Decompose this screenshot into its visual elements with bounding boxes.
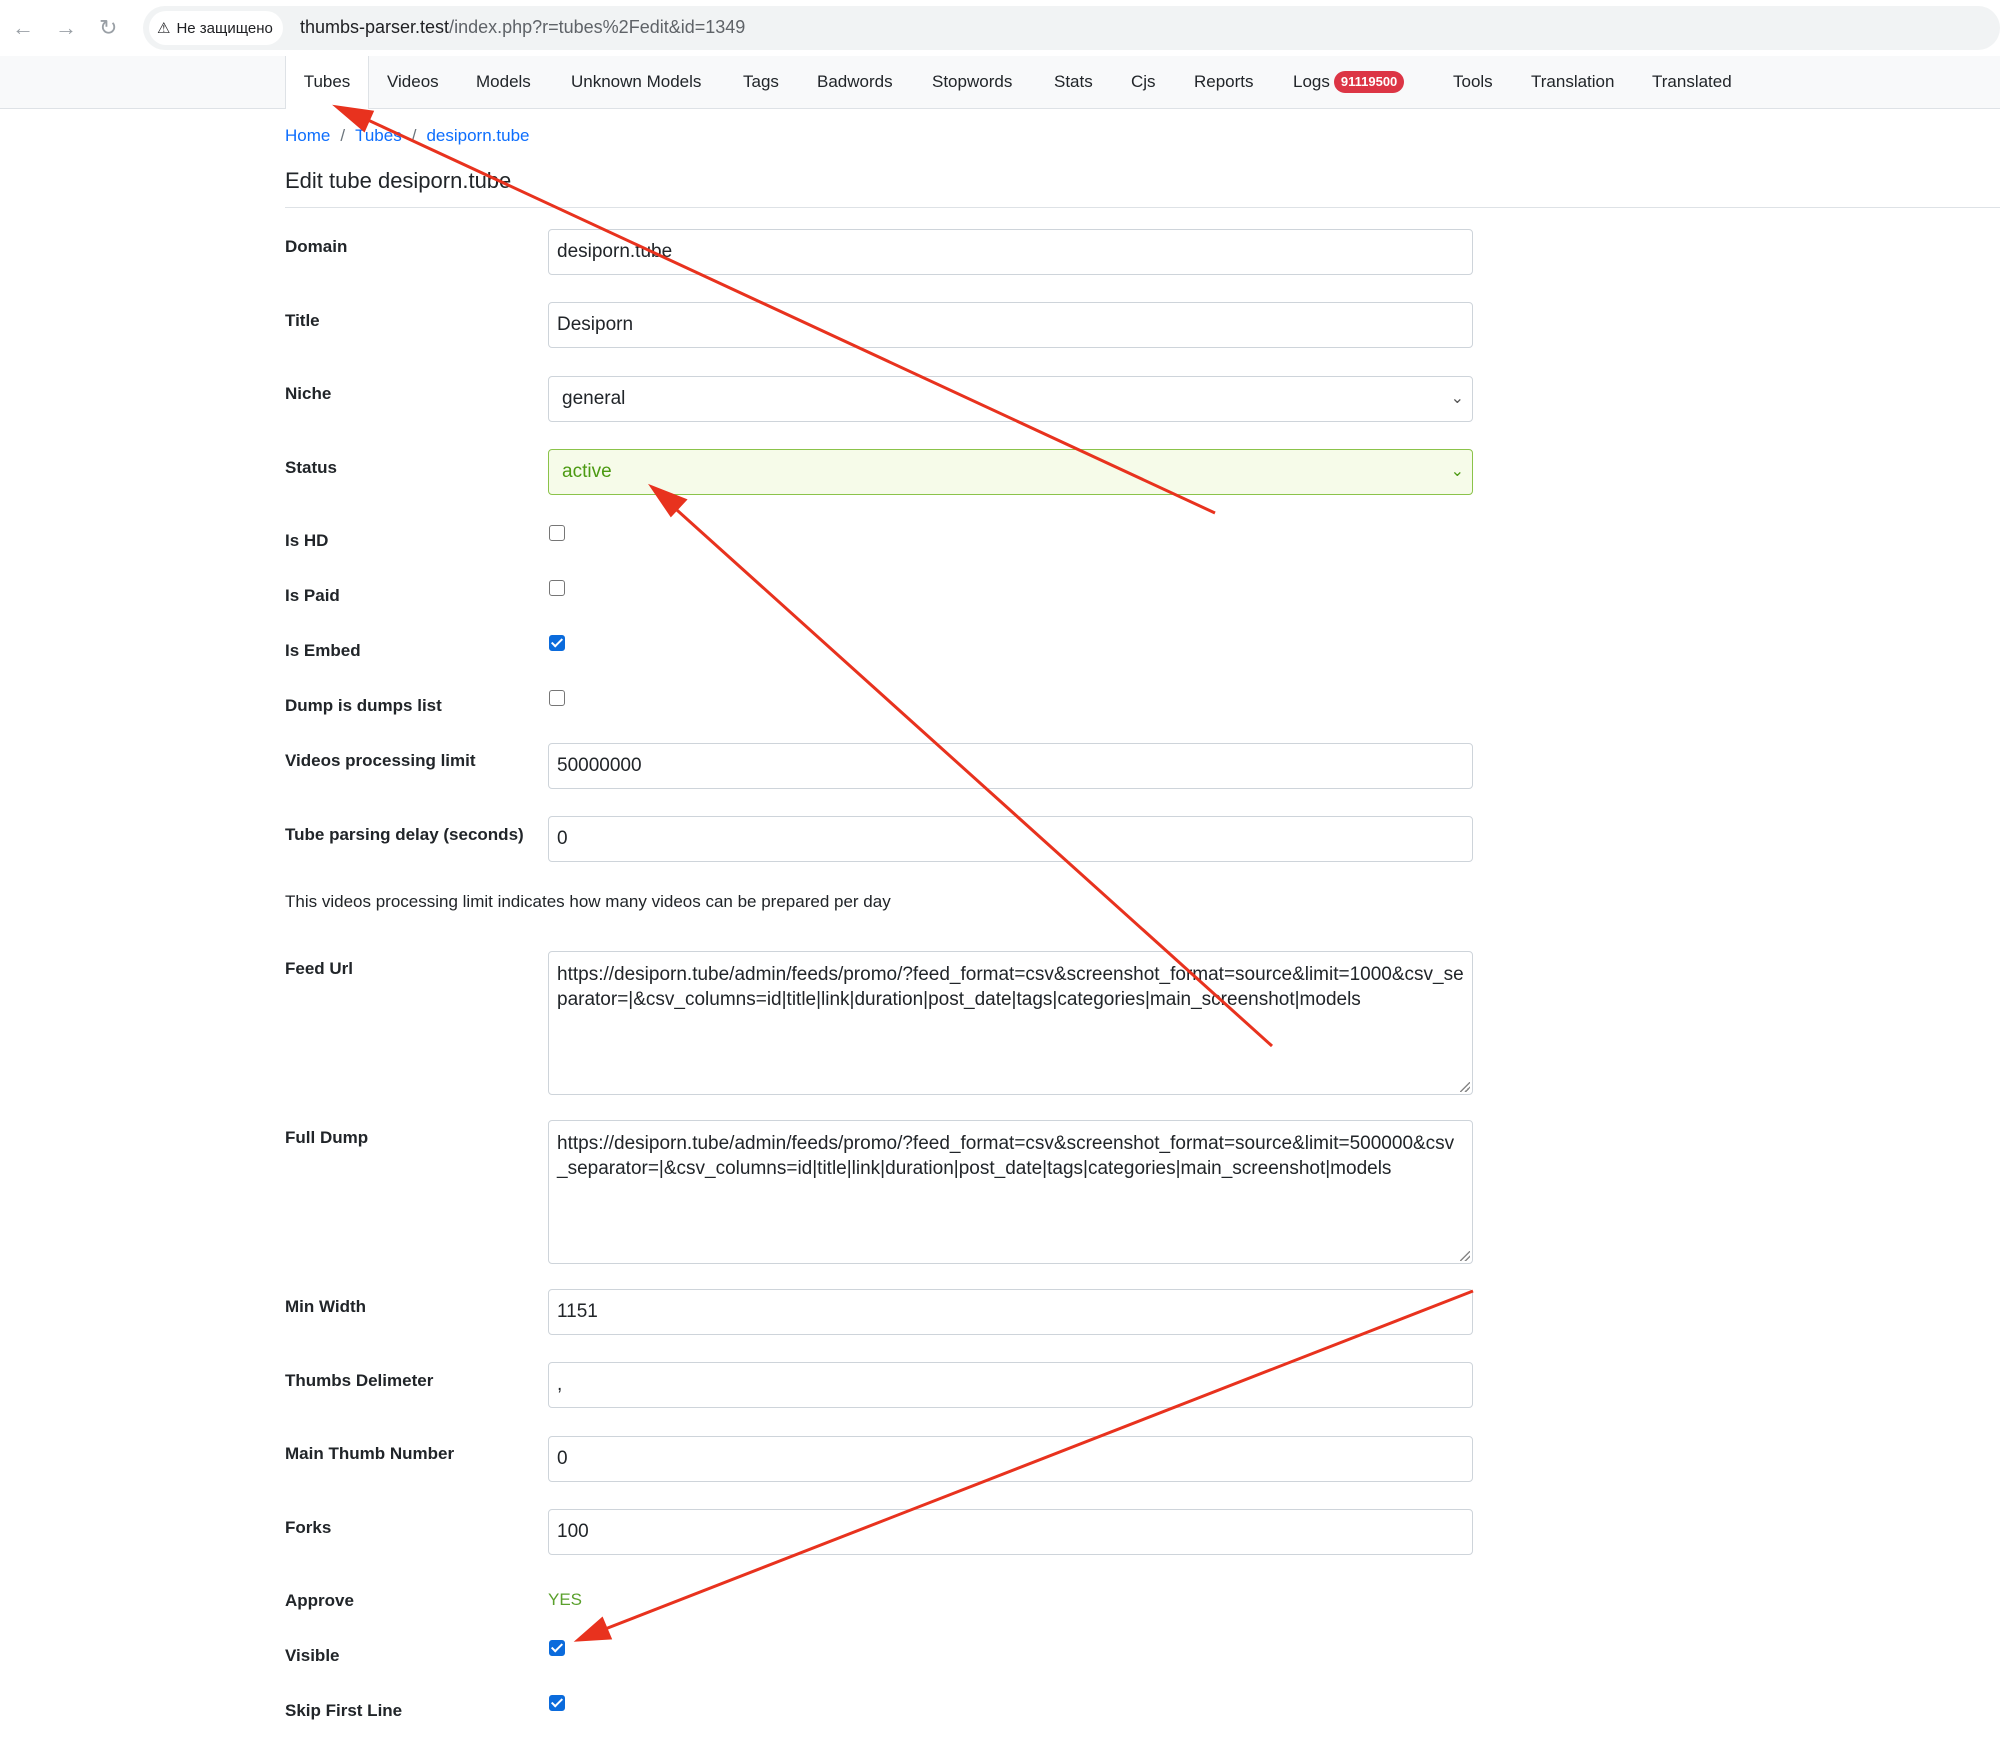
annotation-arrows bbox=[332, 104, 1474, 1642]
annotation-arrowhead bbox=[648, 483, 688, 518]
annotation-arrowhead bbox=[573, 1616, 613, 1642]
annotation-arrowhead bbox=[332, 104, 375, 133]
annotation-arrow bbox=[354, 112, 1216, 515]
annotation-arrow bbox=[666, 500, 1274, 1048]
annotation-arrow bbox=[599, 1289, 1474, 1633]
